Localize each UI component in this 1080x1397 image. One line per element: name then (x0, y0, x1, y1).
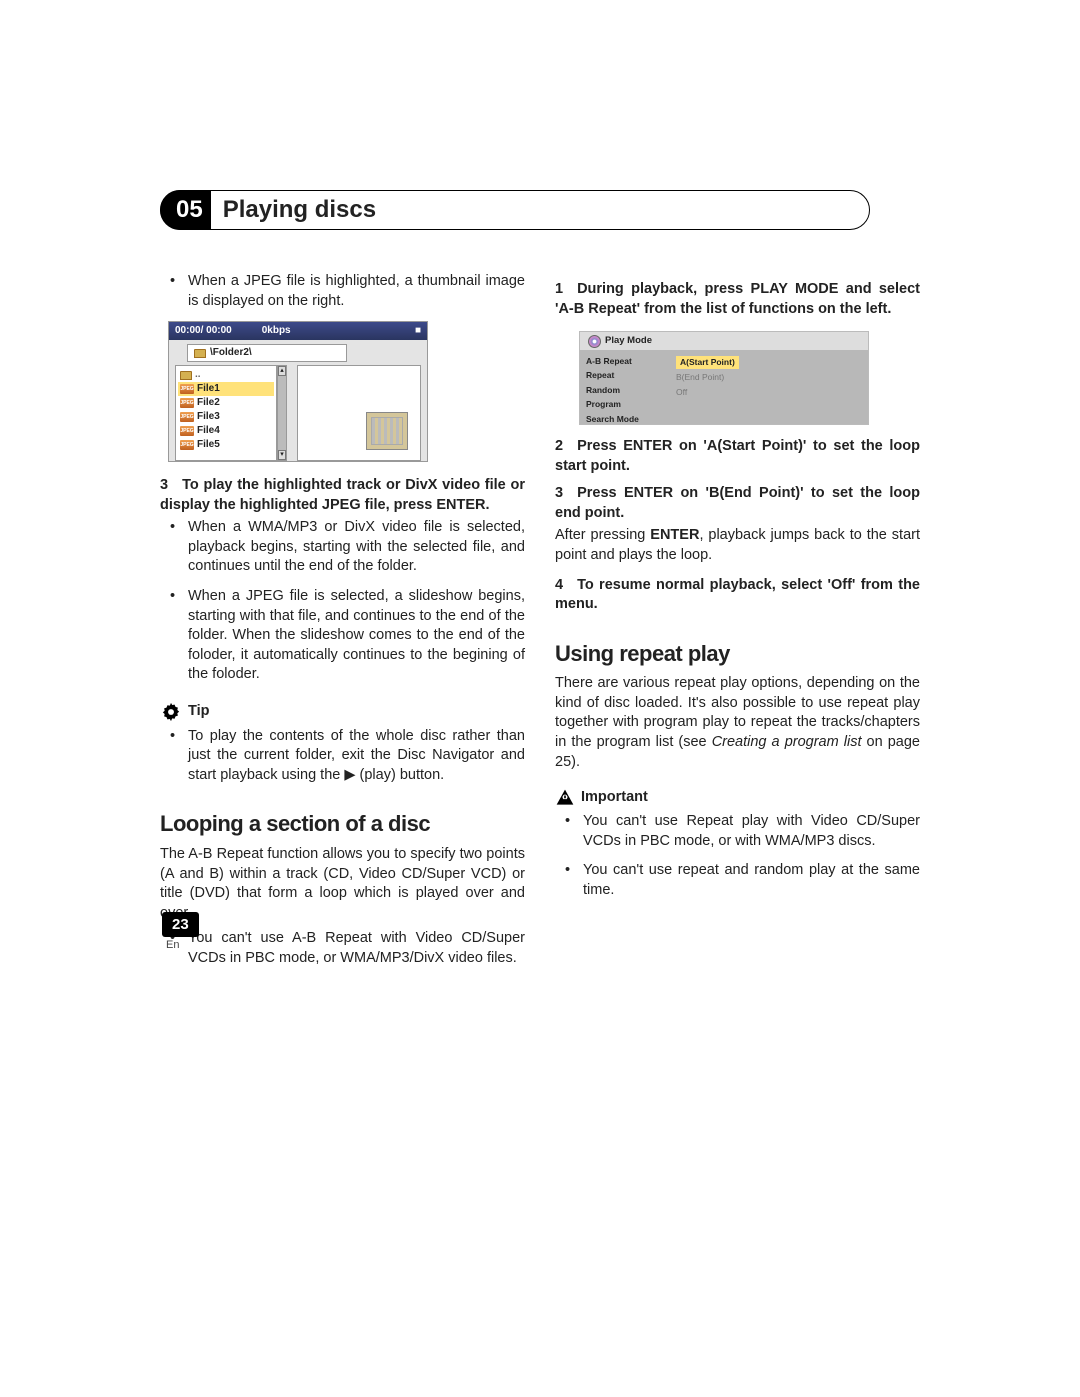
repeat-text: There are various repeat play options, d… (555, 674, 920, 772)
disc-icon (588, 335, 601, 348)
disc-navigator-screenshot: 00:00/ 00:00 0kbps ■ \Folder2\ .. JPEGFi… (168, 321, 428, 462)
folder-icon (194, 349, 206, 358)
right-step1: 1During playback, press PLAY MODE and se… (555, 280, 920, 319)
important-b1: You can't use Repeat play with Video CD/… (583, 812, 920, 851)
stop-icon: ■ (415, 324, 421, 338)
looping-heading: Looping a section of a disc (160, 809, 525, 839)
file-list: .. JPEGFile1 JPEGFile2 JPEGFile3 JPEGFil… (175, 365, 277, 461)
intro-bullet: When a JPEG file is highlighted, a thumb… (188, 272, 525, 311)
page-footer: 23 En (162, 912, 199, 951)
thumbnail-image (366, 412, 408, 450)
playmode-functions: A-B Repeat Repeat Random Program Search … (586, 354, 670, 418)
file-item: File1 (197, 382, 220, 396)
step3-bullet-1: When a WMA/MP3 or DivX video file is sel… (188, 518, 525, 577)
chapter-number: 05 (160, 190, 211, 230)
page-locale: En (166, 939, 199, 951)
right-step4: 4To resume normal playback, select 'Off'… (555, 576, 920, 615)
step-3-heading: 3To play the highlighted track or DivX v… (160, 476, 525, 515)
after-enter-text: After pressing ENTER, playback jumps bac… (555, 526, 920, 565)
important-label: Important (581, 788, 648, 808)
file-item: File5 (197, 438, 220, 452)
chapter-header: 05 Playing discs (160, 190, 920, 230)
step3-bullet-2: When a JPEG file is selected, a slidesho… (188, 587, 525, 685)
folder-up-icon (180, 371, 192, 380)
repeat-heading: Using repeat play (555, 639, 920, 669)
file-scrollbar: ▴▾ (277, 365, 287, 461)
thumbnail-pane (297, 365, 421, 461)
jpeg-icon: JPEG (180, 412, 194, 422)
right-step3: 3Press ENTER on 'B(End Point)' to set th… (555, 484, 920, 523)
gear-icon (160, 701, 182, 723)
file-item: File2 (197, 396, 220, 410)
current-folder: \Folder2\ (210, 346, 252, 360)
tip-row: Tip (160, 701, 525, 723)
file-item: File4 (197, 424, 220, 438)
jpeg-icon: JPEG (180, 398, 194, 408)
play-mode-screenshot: Play Mode A-B Repeat Repeat Random Progr… (579, 331, 869, 425)
jpeg-icon: JPEG (180, 426, 194, 436)
tip-label: Tip (188, 702, 209, 722)
right-step2: 2Press ENTER on 'A(Start Point)' to set … (555, 437, 920, 476)
important-b2: You can't use repeat and random play at … (583, 861, 920, 900)
important-row: Important (555, 788, 920, 808)
jpeg-icon: JPEG (180, 440, 194, 450)
playmode-options: A(Start Point) B(End Point) Off (670, 354, 862, 418)
bitrate: 0kbps (262, 324, 291, 338)
looping-restriction: You can't use A-B Repeat with Video CD/S… (188, 929, 525, 968)
looping-text: The A-B Repeat function allows you to sp… (160, 845, 525, 923)
chapter-title: Playing discs (211, 196, 400, 224)
playmode-title: Play Mode (605, 335, 652, 348)
warning-icon (555, 788, 575, 808)
file-item: File3 (197, 410, 220, 424)
elapsed-time: 00:00/ 00:00 (175, 324, 232, 338)
page-number: 23 (162, 912, 199, 937)
tip-text: To play the contents of the whole disc r… (188, 727, 525, 786)
jpeg-icon: JPEG (180, 384, 194, 394)
